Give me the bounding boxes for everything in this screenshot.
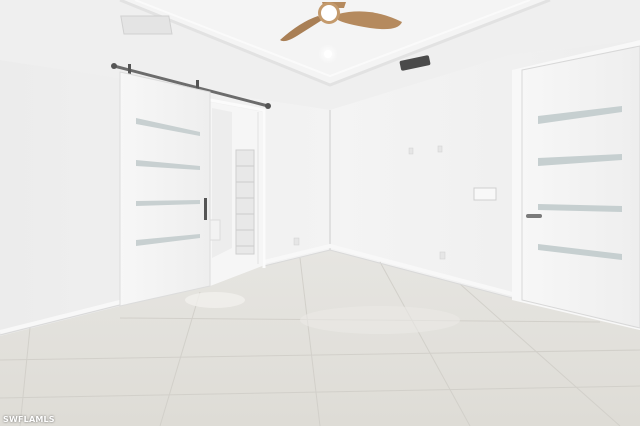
wall-outlet-icon bbox=[439, 251, 446, 260]
door-handle-icon bbox=[204, 198, 207, 220]
entry-door[interactable] bbox=[512, 40, 640, 330]
wall-outlet-icon bbox=[408, 147, 414, 155]
light-switch-icon bbox=[473, 187, 497, 201]
wall-outlet-icon bbox=[437, 145, 443, 153]
air-vent-icon bbox=[120, 15, 173, 35]
watermark-logo: SWFLAMLS bbox=[3, 415, 55, 424]
door-handle-icon bbox=[526, 214, 542, 218]
room-photo: SWFLAMLS bbox=[0, 0, 640, 426]
open-doorway bbox=[209, 98, 266, 286]
room-illustration bbox=[0, 0, 640, 426]
barn-door[interactable] bbox=[119, 71, 211, 307]
wall-outlet-icon bbox=[293, 237, 300, 246]
closet-shelving bbox=[235, 149, 255, 255]
